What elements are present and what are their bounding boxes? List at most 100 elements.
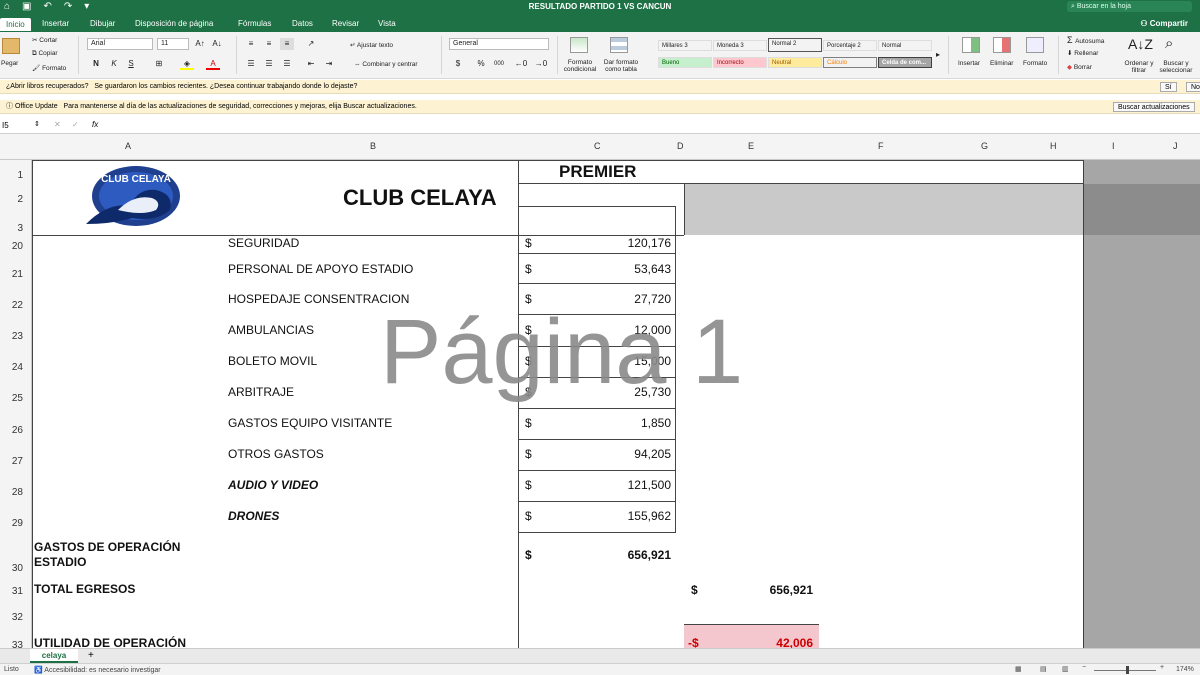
line-item-amount[interactable]: 1,850 bbox=[618, 416, 671, 430]
utilidad-currency[interactable]: -$ bbox=[688, 636, 699, 648]
copy-button[interactable]: ⧉ Copiar bbox=[32, 50, 58, 58]
line-item-amount[interactable]: 53,643 bbox=[618, 262, 671, 276]
insert-cells-button[interactable]: Insertar bbox=[958, 60, 980, 67]
styles-more-icon[interactable]: ▸ bbox=[936, 50, 940, 59]
underline-button[interactable]: S bbox=[124, 58, 138, 70]
sort-filter-button[interactable]: Ordenar y filtrar bbox=[1124, 60, 1154, 74]
zoom-out-icon[interactable]: − bbox=[1082, 664, 1086, 671]
row-header[interactable]: 25 bbox=[12, 393, 23, 404]
percent-button[interactable]: % bbox=[474, 58, 488, 70]
currency-button[interactable]: $ bbox=[451, 58, 465, 70]
row-header[interactable]: 32 bbox=[12, 612, 23, 623]
delete-cells-icon[interactable] bbox=[993, 37, 1011, 53]
merge-center-button[interactable]: ⇔ Combinar y centrar bbox=[354, 61, 418, 68]
col-header-g[interactable]: G bbox=[981, 141, 988, 151]
align-right-icon[interactable]: ☰ bbox=[280, 58, 294, 70]
align-left-icon[interactable]: ☰ bbox=[244, 58, 258, 70]
style-neutral[interactable]: Neutral bbox=[768, 57, 822, 68]
row-header[interactable]: 27 bbox=[12, 456, 23, 467]
style-calculo[interactable]: Cálculo bbox=[823, 57, 877, 68]
total-egresos-value[interactable]: 656,921 bbox=[748, 583, 813, 597]
format-table-icon[interactable] bbox=[610, 37, 628, 53]
row-header[interactable]: 23 bbox=[12, 331, 23, 342]
cancel-icon[interactable]: ✕ bbox=[54, 120, 61, 129]
autosum-button[interactable]: Σ Autosuma bbox=[1067, 35, 1104, 45]
share-button[interactable]: ⚇ Compartir bbox=[1140, 19, 1188, 28]
line-item-label[interactable]: BOLETO MOVIL bbox=[228, 354, 317, 368]
premier-header[interactable]: PREMIER bbox=[559, 162, 636, 182]
indent-icon[interactable]: ⇤ bbox=[304, 58, 318, 70]
format-cells-button[interactable]: Formato bbox=[1023, 60, 1047, 67]
page-layout-icon[interactable]: ▤ bbox=[1040, 665, 1047, 673]
zoom-in-icon[interactable]: + bbox=[1160, 664, 1164, 671]
confirm-icon[interactable]: ✓ bbox=[72, 120, 79, 129]
line-item-label[interactable]: PERSONAL DE APOYO ESTADIO bbox=[228, 262, 413, 276]
tab-formulas[interactable]: Fórmulas bbox=[238, 19, 271, 28]
delete-cells-button[interactable]: Eliminar bbox=[990, 60, 1013, 67]
fill-color-icon[interactable]: ◈ bbox=[180, 58, 194, 70]
line-item-label[interactable]: GASTOS EQUIPO VISITANTE bbox=[228, 416, 392, 430]
row-header[interactable]: 22 bbox=[12, 300, 23, 311]
align-center-icon[interactable]: ☰ bbox=[262, 58, 276, 70]
orientation-icon[interactable]: ↗ bbox=[304, 38, 318, 50]
format-cells-icon[interactable] bbox=[1026, 37, 1044, 53]
line-item-label[interactable]: AMBULANCIAS bbox=[228, 323, 314, 337]
row-header[interactable]: 1 bbox=[17, 170, 23, 181]
paste-button[interactable]: Pegar bbox=[1, 60, 18, 67]
line-item-currency[interactable]: $ bbox=[525, 447, 532, 461]
row-header[interactable]: 31 bbox=[12, 586, 23, 597]
number-format-select[interactable]: General bbox=[449, 38, 549, 50]
decrease-decimal-icon[interactable]: →0 bbox=[534, 58, 548, 70]
name-box[interactable]: I5 bbox=[2, 121, 9, 130]
shrink-font-icon[interactable]: A↓ bbox=[210, 38, 224, 50]
gastos-currency[interactable]: $ bbox=[525, 548, 532, 562]
line-item-label[interactable]: DRONES bbox=[228, 509, 279, 523]
cut-button[interactable]: ✂ Cortar bbox=[32, 36, 57, 44]
magnifier-icon[interactable]: ⌕ bbox=[1165, 35, 1173, 52]
line-item-amount[interactable]: 94,205 bbox=[618, 447, 671, 461]
style-bueno[interactable]: Bueno bbox=[658, 57, 712, 68]
borders-icon[interactable]: ⊞ bbox=[152, 58, 166, 70]
page-break-view-icon[interactable]: ▥ bbox=[1062, 665, 1069, 673]
name-box-stepper-icon[interactable]: ⇕ bbox=[34, 120, 40, 128]
tab-vista[interactable]: Vista bbox=[378, 19, 396, 28]
row-header[interactable]: 3 bbox=[17, 223, 23, 234]
tab-inicio[interactable]: Inicio bbox=[0, 18, 31, 31]
check-updates-button[interactable]: Buscar actualizaciones bbox=[1113, 102, 1195, 112]
find-select-button[interactable]: Buscar y seleccionar bbox=[1156, 60, 1196, 74]
line-item-label[interactable]: OTROS GASTOS bbox=[228, 447, 324, 461]
style-porcentaje2[interactable]: Porcentaje 2 bbox=[823, 40, 877, 51]
font-color-icon[interactable]: A bbox=[206, 58, 220, 70]
col-header-d[interactable]: D bbox=[677, 141, 684, 151]
accessibility-status[interactable]: ♿ Accesibilidad: es necesario investigar bbox=[34, 666, 161, 674]
col-header-a[interactable]: A bbox=[125, 141, 131, 151]
row-header[interactable]: 24 bbox=[12, 362, 23, 373]
line-item-amount[interactable]: 155,962 bbox=[618, 509, 671, 523]
style-millares3[interactable]: Millares 3 bbox=[658, 40, 712, 51]
thousands-button[interactable]: 000 bbox=[492, 58, 506, 70]
font-name-select[interactable]: Arial bbox=[87, 38, 153, 50]
line-item-currency[interactable]: $ bbox=[525, 416, 532, 430]
col-header-c[interactable]: C bbox=[594, 141, 601, 151]
row-header[interactable]: 30 bbox=[12, 563, 23, 574]
recovery-no-button[interactable]: No bbox=[1186, 82, 1200, 92]
row-header[interactable]: 2 bbox=[17, 194, 23, 205]
style-celda-comprobacion[interactable]: Celda de com... bbox=[878, 57, 932, 68]
row-header[interactable]: 28 bbox=[12, 487, 23, 498]
line-item-currency[interactable]: $ bbox=[525, 262, 532, 276]
sheet-tab-celaya[interactable]: celaya bbox=[30, 649, 78, 663]
fill-button[interactable]: ⬇ Rellenar bbox=[1067, 49, 1098, 57]
line-item-amount[interactable]: 120,176 bbox=[618, 236, 671, 250]
wrap-text-button[interactable]: ↵ Ajustar texto bbox=[350, 41, 393, 49]
clear-button[interactable]: ◆ Borrar bbox=[1067, 63, 1092, 71]
search-sheet-input[interactable]: ⌕ Buscar en la hoja bbox=[1067, 1, 1192, 12]
row-header[interactable]: 20 bbox=[12, 241, 23, 252]
align-middle-icon[interactable]: ≡ bbox=[262, 38, 276, 50]
gastos-operacion-label-2[interactable]: ESTADIO bbox=[34, 555, 86, 569]
line-item-label[interactable]: ARBITRAJE bbox=[228, 385, 294, 399]
conditional-format-icon[interactable] bbox=[570, 37, 588, 53]
outdent-icon[interactable]: ⇥ bbox=[322, 58, 336, 70]
col-header-f[interactable]: F bbox=[878, 141, 884, 151]
grow-font-icon[interactable]: A↑ bbox=[193, 38, 207, 50]
tab-dibujar[interactable]: Dibujar bbox=[90, 19, 115, 28]
